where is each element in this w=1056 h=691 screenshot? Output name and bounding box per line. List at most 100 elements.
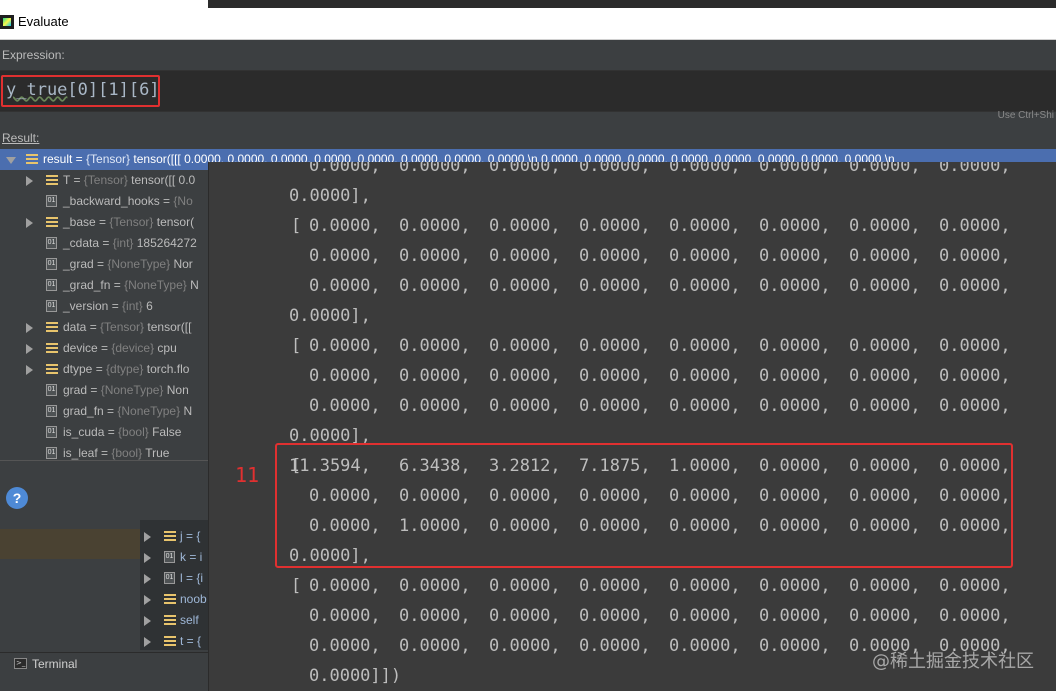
- expand-arrow-icon[interactable]: [26, 365, 33, 375]
- tree-row[interactable]: 01 _backward_hooks = {No: [0, 191, 208, 212]
- variable-value: False: [152, 425, 182, 439]
- terminal-tab[interactable]: Terminal: [32, 657, 77, 671]
- expand-arrow-icon[interactable]: [26, 344, 33, 354]
- help-icon[interactable]: ?: [6, 487, 28, 509]
- tensor-value: 0.0000,: [489, 162, 561, 176]
- variable-type: {Tensor}: [100, 320, 148, 334]
- tensor-value: 0.0000,: [309, 576, 381, 596]
- tensor-value: 0.0000,: [669, 606, 741, 626]
- variable-name: _cdata =: [63, 236, 113, 250]
- variable-name: _base =: [63, 215, 110, 229]
- tensor-line: 0.0000, 0.0000, 0.0000, 0.0000, 0.0000, 0.000…: [209, 366, 1056, 396]
- pycharm-logo-icon: [0, 15, 14, 29]
- variable-value: True: [145, 446, 170, 460]
- tensor-line: 0.0000, 0.0000, 0.0000, 0.0000, 0.0000, 0.000…: [209, 396, 1056, 426]
- expand-arrow-icon[interactable]: [26, 218, 33, 228]
- tensor-value: 0.0000]]): [309, 666, 402, 686]
- field-icon: 01: [46, 300, 57, 312]
- list-icon: [46, 343, 58, 354]
- background-variable-text: t = {: [180, 634, 202, 648]
- tensor-value: 0.0000,: [849, 276, 921, 296]
- tree-row[interactable]: _base = {Tensor} tensor(: [0, 212, 208, 233]
- field-icon: 01: [46, 405, 57, 417]
- field-icon: 01: [46, 237, 57, 249]
- tree-row[interactable]: 01 is_cuda = {bool} False: [0, 422, 208, 443]
- background-variable-text: self: [180, 613, 199, 627]
- tree-row[interactable]: data = {Tensor} tensor([[: [0, 317, 208, 338]
- expression-label: Expression:: [2, 48, 65, 62]
- variable-value: N: [183, 404, 193, 418]
- tensor-value: 0.0000,: [759, 162, 831, 176]
- tensor-value: 0.0000,: [489, 636, 561, 656]
- expand-arrow-icon[interactable]: [26, 176, 33, 186]
- tensor-value: 0.0000,: [579, 336, 651, 356]
- tensor-bracket: [: [291, 576, 302, 596]
- variable-type: {Tensor}: [109, 215, 157, 229]
- tensor-value: 0.0000,: [309, 336, 381, 356]
- variable-value: Non: [166, 383, 189, 397]
- tensor-value: 0.0000,: [849, 366, 921, 386]
- tensor-line: 0.0000, 0.0000, 0.0000, 0.0000, 0.0000, 0.000…: [209, 276, 1056, 306]
- tree-row[interactable]: device = {device} cpu: [0, 338, 208, 359]
- tensor-value: 0.0000,: [489, 366, 561, 386]
- expand-arrow-icon[interactable]: [144, 637, 151, 647]
- tree-row[interactable]: 01 grad = {NoneType} Non: [0, 380, 208, 401]
- collapse-arrow-icon[interactable]: [6, 157, 16, 164]
- variable-type: {No: [173, 194, 193, 208]
- expand-arrow-icon[interactable]: [144, 616, 151, 626]
- tensor-value: 0.0000,: [579, 246, 651, 266]
- list-icon: [26, 154, 38, 165]
- tree-row-text: T = {Tensor} tensor([[ 0.0: [63, 173, 195, 187]
- expand-arrow-icon[interactable]: [144, 553, 151, 563]
- tensor-value: 0.0000,: [489, 246, 561, 266]
- field-icon: 01: [164, 572, 175, 584]
- expand-arrow-icon[interactable]: [144, 574, 151, 584]
- variable-value: tensor([[: [147, 320, 192, 334]
- tensor-value: 0.0000,: [309, 276, 381, 296]
- tensor-line: 0.0000],: [209, 186, 1056, 216]
- variable-value: torch.flo: [146, 362, 190, 376]
- background-variable-text: k = i: [180, 550, 203, 564]
- background-variable-text: noob: [180, 592, 207, 606]
- tree-row[interactable]: 01 _cdata = {int} 185264272: [0, 233, 208, 254]
- list-icon: [46, 322, 58, 333]
- tensor-value: 0.0000,: [489, 576, 561, 596]
- tree-row[interactable]: 01 _grad = {NoneType} Nor: [0, 254, 208, 275]
- tensor-value: 0.0000,: [849, 162, 921, 176]
- tensor-value: 0.0000,: [849, 396, 921, 416]
- variable-name: result =: [43, 152, 87, 166]
- window-title: Evaluate: [18, 14, 69, 29]
- tensor-value: 0.0000,: [399, 246, 471, 266]
- row-index-annotation: 11: [235, 463, 260, 487]
- tensor-value: 0.0000,: [849, 606, 921, 626]
- tensor-value: 0.0000,: [669, 336, 741, 356]
- tree-row-text: data = {Tensor} tensor([[: [63, 320, 191, 334]
- variable-name: _version =: [63, 299, 123, 313]
- tensor-line: [0.0000, 0.0000, 0.0000, 0.0000, 0.0000, 0.00…: [209, 336, 1056, 366]
- field-icon: 01: [46, 258, 57, 270]
- tree-row[interactable]: T = {Tensor} tensor([[ 0.0: [0, 170, 208, 191]
- tree-row[interactable]: 01 grad_fn = {NoneType} N: [0, 401, 208, 422]
- tree-row[interactable]: 01 _grad_fn = {NoneType} N: [0, 275, 208, 296]
- tensor-value: 0.0000,: [669, 162, 741, 176]
- tensor-value: 0.0000,: [399, 606, 471, 626]
- variable-name: _backward_hooks =: [63, 194, 174, 208]
- tensor-value: 0.0000,: [849, 576, 921, 596]
- expand-arrow-icon[interactable]: [144, 532, 151, 542]
- terminal-icon[interactable]: >_: [14, 658, 27, 669]
- tree-row[interactable]: dtype = {dtype} torch.flo: [0, 359, 208, 380]
- tensor-value: 0.0000,: [399, 366, 471, 386]
- tensor-value: 0.0000,: [939, 396, 1011, 416]
- tensor-value: 0.0000,: [579, 162, 651, 176]
- expand-arrow-icon[interactable]: [26, 323, 33, 333]
- expand-arrow-icon[interactable]: [144, 595, 151, 605]
- variable-type: {Tensor}: [86, 152, 134, 166]
- tensor-value: 0.0000,: [399, 336, 471, 356]
- tree-scrollbar[interactable]: [0, 460, 208, 468]
- tensor-value: 0.0000,: [309, 246, 381, 266]
- tensor-value: 0.0000,: [939, 246, 1011, 266]
- tree-row[interactable]: 01 _version = {int} 6: [0, 296, 208, 317]
- field-icon: 01: [46, 384, 57, 396]
- variable-name: data =: [63, 320, 101, 334]
- evaluate-dialog: Evaluate Expression: y_true[0][1][6] Use…: [0, 0, 1056, 691]
